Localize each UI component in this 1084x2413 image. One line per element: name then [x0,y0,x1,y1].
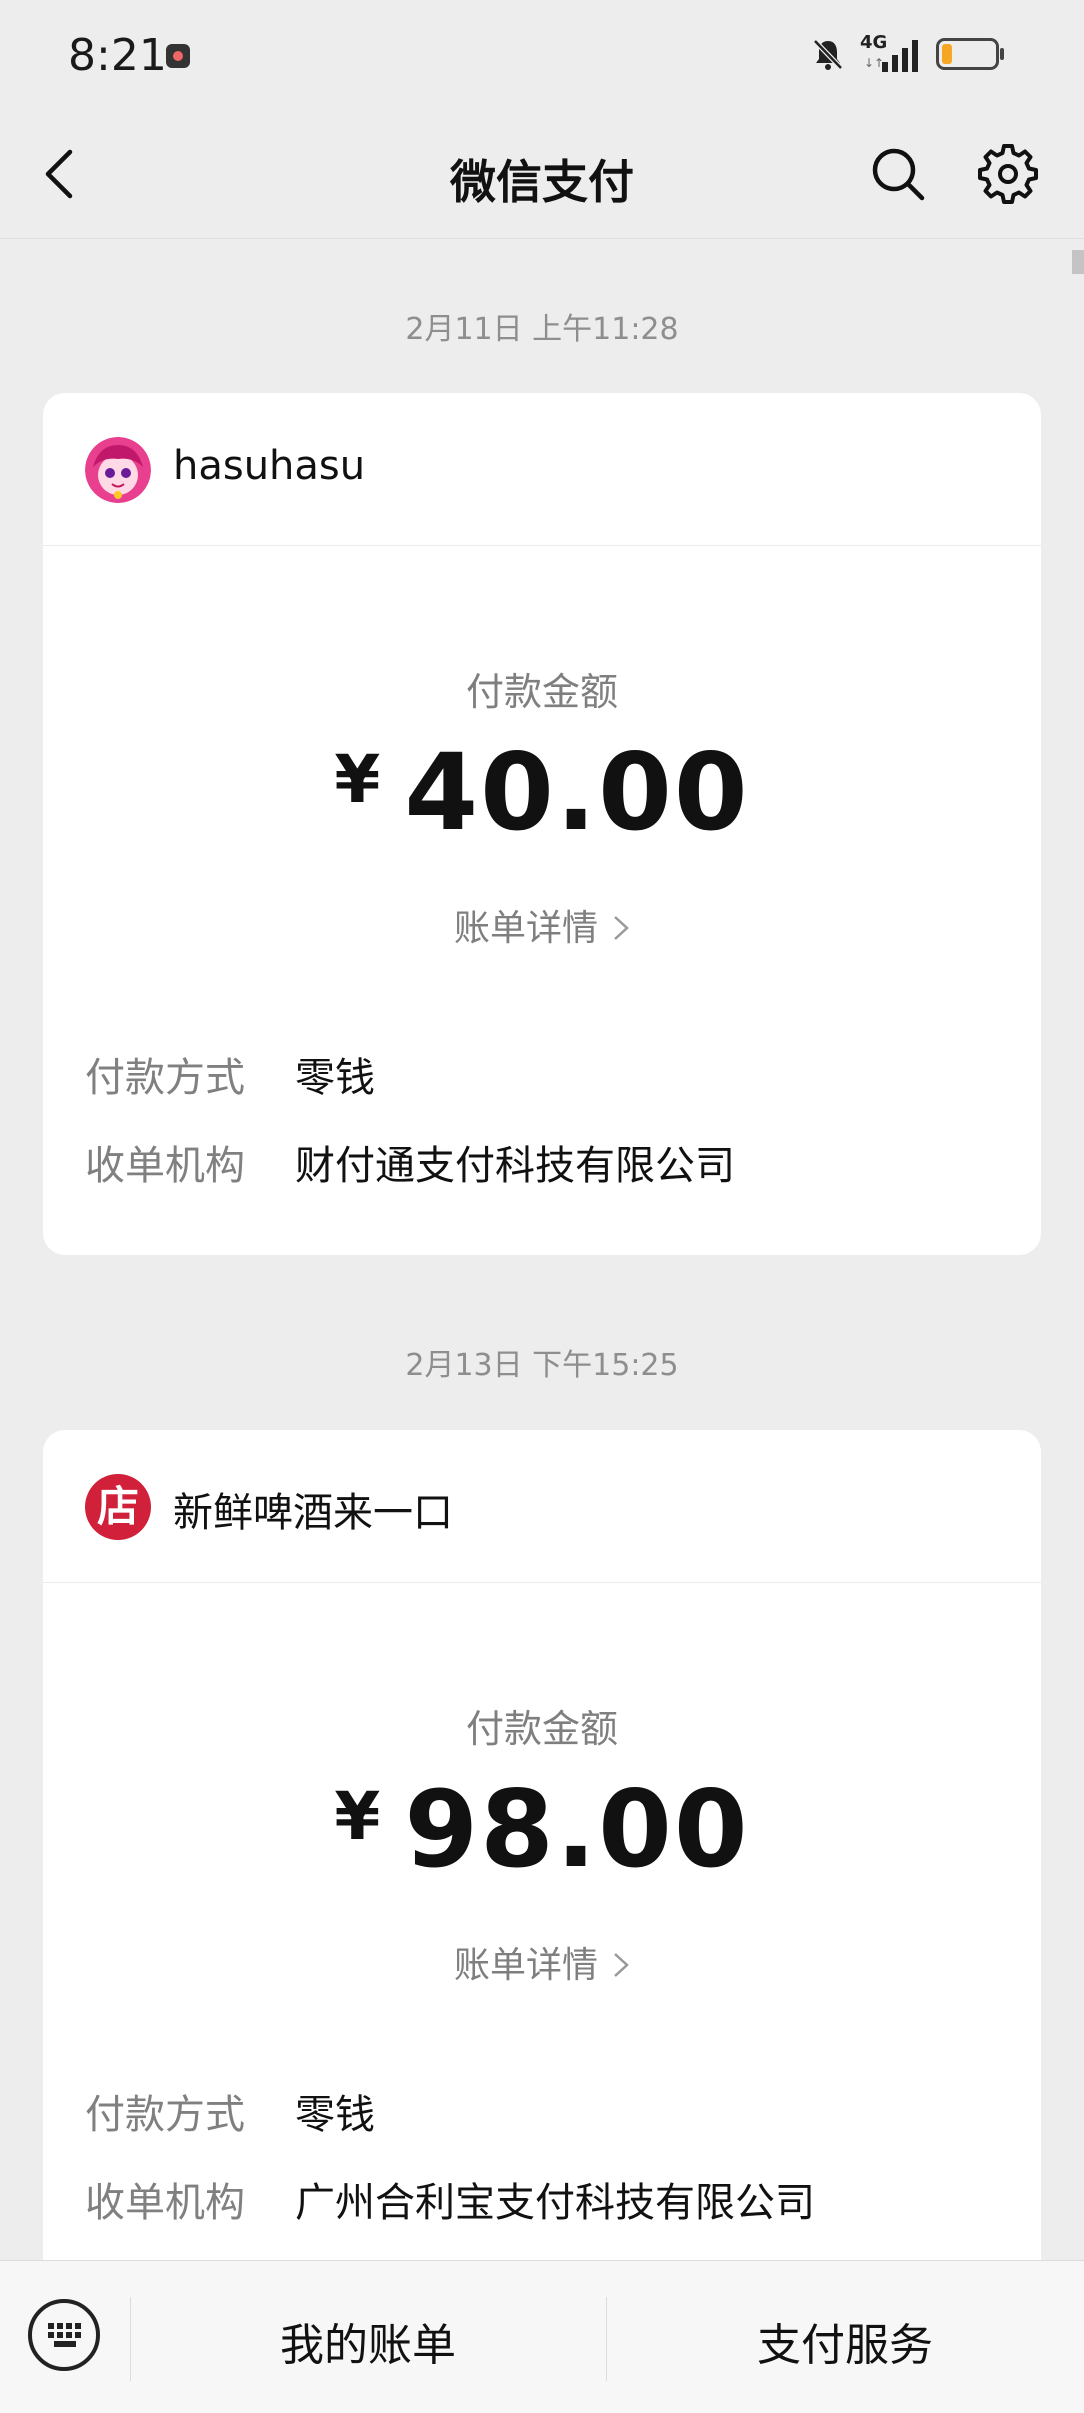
card-header: 店 新鲜啤酒来一口 [43,1430,1041,1583]
payment-method-row: 付款方式 零钱 [85,1045,375,1103]
acquirer-value: 广州合利宝支付科技有限公司 [295,2180,815,2226]
amount-value: 40.00 [404,731,750,854]
payment-amount: ¥98.00 [43,1768,1041,1891]
payment-method-value: 零钱 [295,1055,375,1101]
payment-card[interactable]: 店 新鲜啤酒来一口 付款金额 ¥98.00 账单详情 付款方式 零钱 收单机构 广州… [43,1430,1041,2330]
payment-card[interactable]: hasuhasu 付款金额 ¥40.00 账单详情 付款方式 零钱 收单机构 财付通… [43,393,1041,1255]
payment-method-label: 付款方式 [85,1055,245,1101]
amount-value: 98.00 [404,1768,750,1891]
acquirer-label: 收单机构 [85,2180,245,2226]
gear-icon[interactable] [978,144,1038,204]
acquirer-row: 收单机构 广州合利宝支付科技有限公司 [85,2170,815,2228]
bill-detail-label: 账单详情 [453,1945,598,1986]
bottom-bar: 我的账单 支付服务 [0,2260,1084,2413]
status-time: 8:21 [68,30,167,81]
bill-detail-label: 账单详情 [453,908,598,949]
battery-icon [936,38,1004,70]
amount-label: 付款金额 [465,670,618,714]
chevron-right-icon [614,1953,629,1977]
payment-method-row: 付款方式 零钱 [85,2082,375,2140]
currency-symbol: ¥ [334,1778,383,1855]
nav-bar: 微信支付 [0,110,1084,239]
currency-symbol: ¥ [334,741,383,818]
acquirer-value: 财付通支付科技有限公司 [295,1143,735,1189]
bill-detail-link[interactable]: 账单详情 [43,899,1041,951]
merchant-name: 新鲜啤酒来一口 [173,1490,453,1536]
my-bills-button[interactable]: 我的账单 [130,2309,606,2373]
acquirer-label: 收单机构 [85,1143,245,1189]
scroll-indicator[interactable] [1072,250,1084,274]
card-header: hasuhasu [43,393,1041,546]
merchant-avatar [85,437,151,503]
payment-amount: ¥40.00 [43,731,1041,854]
mute-bell-icon [813,39,843,70]
keyboard-toggle-button[interactable] [28,2299,100,2371]
transaction-timestamp: 2月11日 上午11:28 [405,312,679,347]
status-bar: 8:21 4G ↓↑ [0,0,1084,110]
payment-method-value: 零钱 [295,2092,375,2138]
keyboard-icon [48,2323,81,2347]
acquirer-row: 收单机构 财付通支付科技有限公司 [85,1133,735,1191]
shop-icon: 店 [85,1474,151,1540]
merchant-name: hasuhasu [173,443,366,489]
chevron-right-icon [614,916,629,940]
app-notification-icon [166,44,190,68]
amount-label: 付款金额 [465,1707,618,1751]
pay-services-button[interactable]: 支付服务 [606,2309,1084,2373]
payment-method-label: 付款方式 [85,2092,245,2138]
transaction-timestamp: 2月13日 下午15:25 [405,1348,679,1383]
search-icon[interactable] [870,146,926,202]
status-indicators: 4G ↓↑ [810,34,1010,74]
bill-detail-link[interactable]: 账单详情 [43,1936,1041,1988]
signal-icon [882,40,918,72]
